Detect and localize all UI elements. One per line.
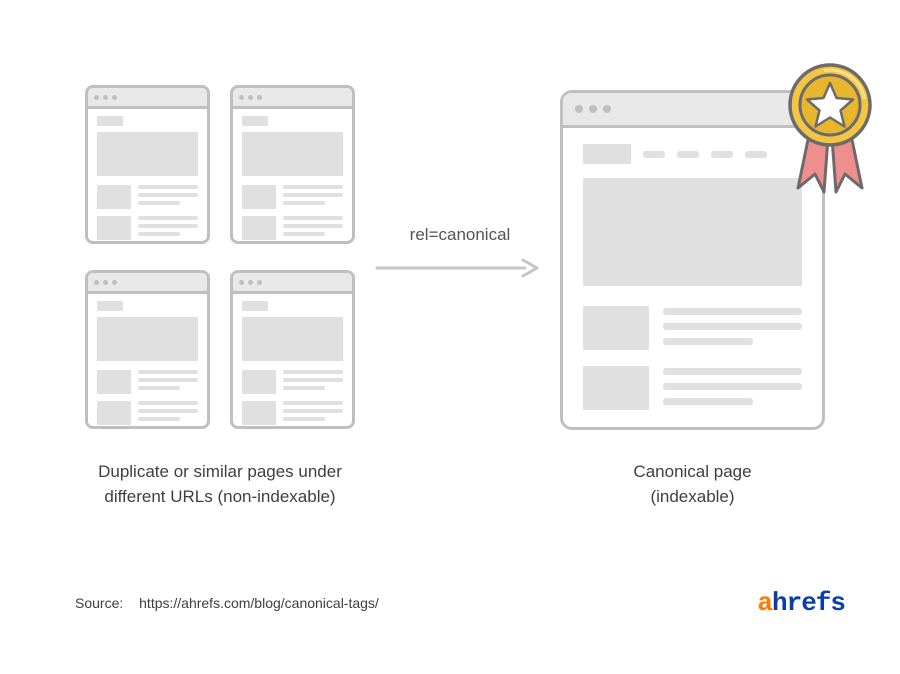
caption-line: different URLs (non-indexable) — [104, 487, 335, 506]
duplicate-page-4 — [230, 270, 355, 429]
window-dot-icon — [239, 280, 244, 285]
window-dot-icon — [603, 105, 611, 113]
page-body — [563, 128, 822, 442]
window-dot-icon — [103, 95, 108, 100]
arrow-icon — [375, 258, 540, 278]
source-line: Source: https://ahrefs.com/blog/canonica… — [75, 595, 379, 611]
caption-line: Canonical page — [633, 462, 751, 481]
duplicate-page-1 — [85, 85, 210, 244]
duplicate-page-2 — [230, 85, 355, 244]
duplicate-page-3 — [85, 270, 210, 429]
ahrefs-logo: ahrefs — [757, 588, 845, 618]
window-titlebar — [88, 88, 207, 109]
source-url: https://ahrefs.com/blog/canonical-tags/ — [139, 595, 379, 611]
caption-duplicates: Duplicate or similar pages under differe… — [70, 460, 370, 509]
source-label: Source: — [75, 595, 123, 611]
window-dot-icon — [239, 95, 244, 100]
window-titlebar — [233, 88, 352, 109]
page-body — [233, 294, 352, 439]
window-dot-icon — [112, 280, 117, 285]
window-titlebar — [563, 93, 822, 128]
page-body — [88, 109, 207, 254]
window-dot-icon — [112, 95, 117, 100]
caption-line: (indexable) — [650, 487, 734, 506]
window-dot-icon — [248, 280, 253, 285]
window-dot-icon — [248, 95, 253, 100]
logo-rest: hrefs — [772, 588, 845, 618]
window-dot-icon — [257, 95, 262, 100]
canonical-page — [560, 90, 825, 430]
window-titlebar — [88, 273, 207, 294]
window-dot-icon — [103, 280, 108, 285]
window-dot-icon — [94, 95, 99, 100]
window-titlebar — [233, 273, 352, 294]
window-dot-icon — [575, 105, 583, 113]
caption-line: Duplicate or similar pages under — [98, 462, 342, 481]
page-body — [88, 294, 207, 439]
caption-canonical: Canonical page (indexable) — [560, 460, 825, 509]
logo-prefix: a — [757, 588, 772, 618]
arrow-label: rel=canonical — [380, 225, 540, 245]
page-body — [233, 109, 352, 254]
window-dot-icon — [257, 280, 262, 285]
window-dot-icon — [589, 105, 597, 113]
window-dot-icon — [94, 280, 99, 285]
